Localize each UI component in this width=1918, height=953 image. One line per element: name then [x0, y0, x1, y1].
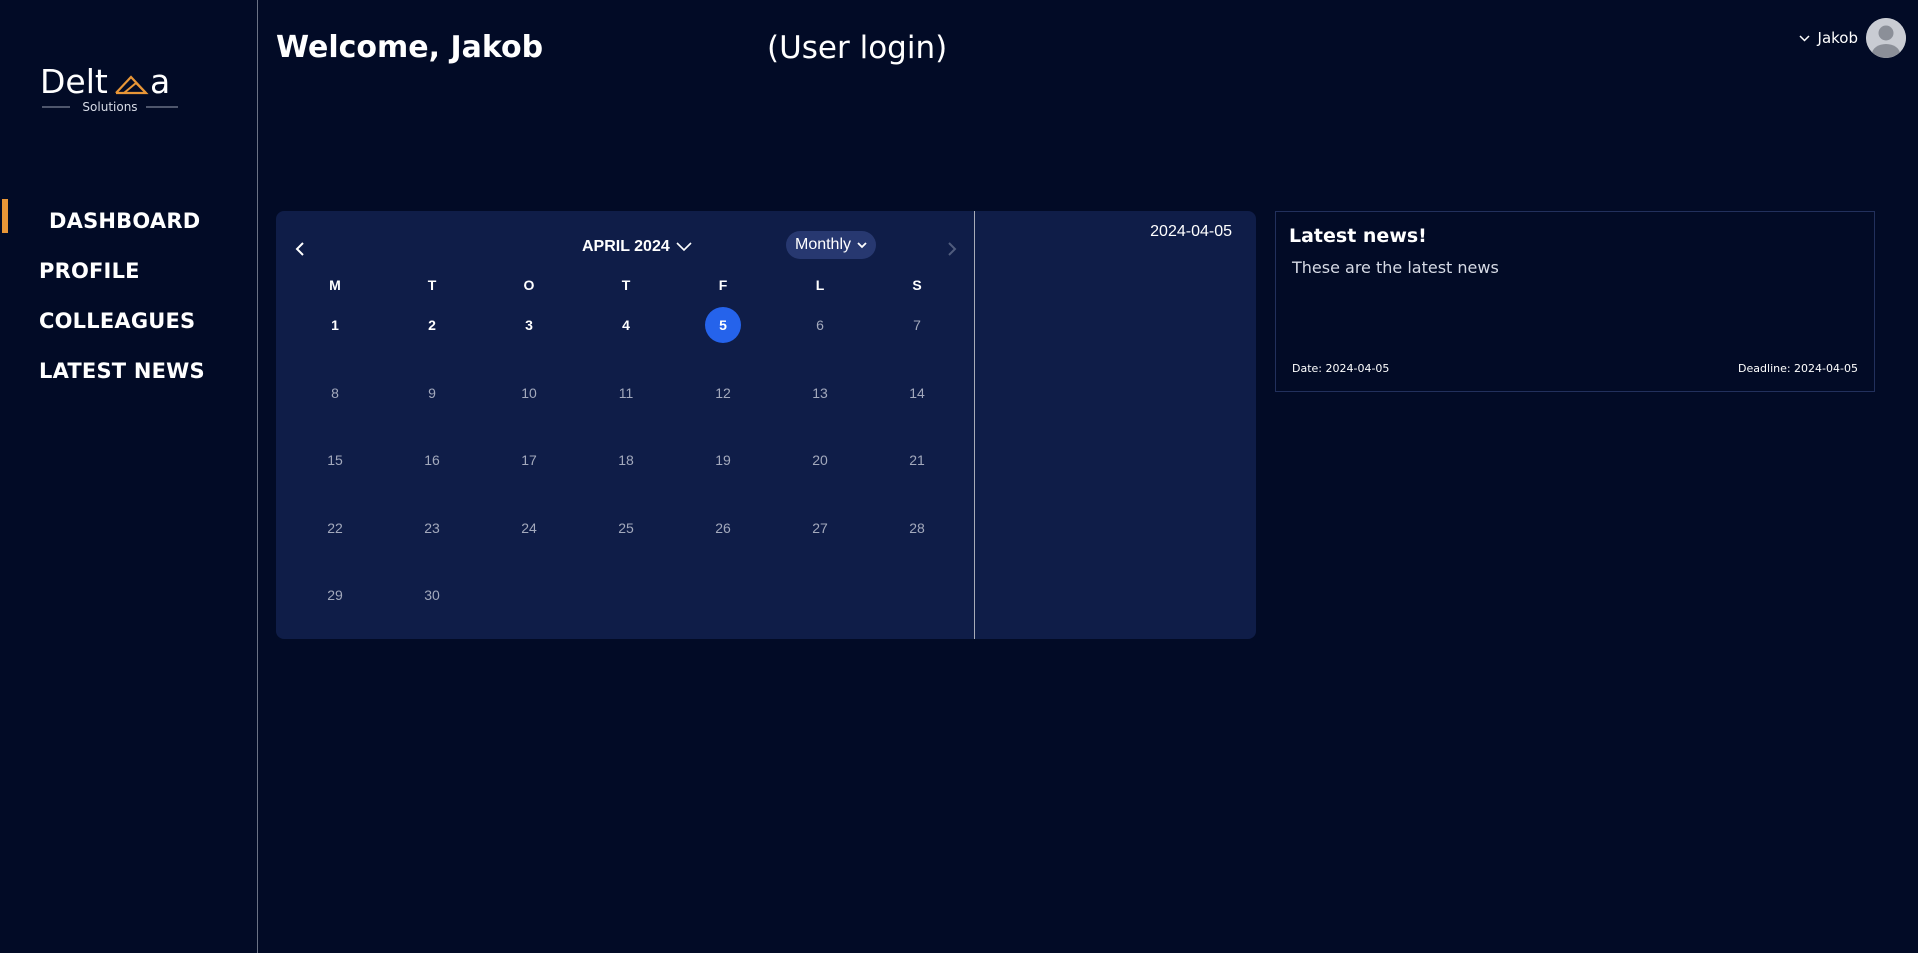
calendar-day-selected[interactable]: 5: [705, 307, 741, 343]
calendar-day[interactable]: 27: [802, 510, 838, 546]
calendar-day[interactable]: 3: [511, 307, 547, 343]
selected-date: 2024-04-05: [1150, 223, 1232, 240]
sidebar-item-label: DASHBOARD: [49, 209, 201, 233]
calendar-day[interactable]: 15: [317, 442, 353, 478]
calendar-widget: APRIL 2024 Monthly MTOTFLS 1 2 3 4 5 6 7 8 9 10 11…: [276, 211, 1256, 639]
page-title: Welcome, Jakob: [276, 30, 544, 65]
calendar-day[interactable]: 10: [511, 375, 547, 411]
sidebar-item-latest-news[interactable]: LATEST NEWS: [0, 346, 258, 396]
calendar-day[interactable]: 22: [317, 510, 353, 546]
calendar-day[interactable]: 14: [899, 375, 935, 411]
calendar-day[interactable]: 9: [414, 375, 450, 411]
chevron-down-icon: [676, 242, 692, 252]
sidebar-item-label: LATEST NEWS: [39, 359, 205, 383]
news-date: Date: 2024-04-05: [1292, 362, 1390, 375]
calendar-day[interactable]: 23: [414, 510, 450, 546]
chevron-left-icon[interactable]: [290, 238, 312, 260]
calendar-day[interactable]: 4: [608, 307, 644, 343]
calendar-month-view: APRIL 2024 Monthly MTOTFLS 1 2 3 4 5 6 7 8 9 10 11…: [276, 211, 974, 639]
calendar-day[interactable]: 18: [608, 442, 644, 478]
news-card[interactable]: Latest news! These are the latest news D…: [1275, 211, 1875, 392]
calendar-day[interactable]: 20: [802, 442, 838, 478]
calendar-day[interactable]: 11: [608, 375, 644, 411]
view-mode-select[interactable]: Monthly: [786, 231, 876, 259]
user-name: Jakob: [1817, 29, 1858, 47]
calendar-day[interactable]: 28: [899, 510, 935, 546]
calendar-day[interactable]: 21: [899, 442, 935, 478]
calendar-day[interactable]: 12: [705, 375, 741, 411]
calendar-day[interactable]: 2: [414, 307, 450, 343]
sidebar-item-profile[interactable]: PROFILE: [0, 246, 258, 296]
calendar-day[interactable]: 26: [705, 510, 741, 546]
month-label: APRIL 2024: [582, 238, 670, 255]
logo-subtitle: Solutions: [82, 100, 138, 114]
calendar-day[interactable]: 19: [705, 442, 741, 478]
active-indicator: [2, 199, 8, 233]
svg-text:Delt: Delt: [40, 62, 108, 101]
weekday-label: T: [621, 277, 631, 293]
news-body: These are the latest news: [1292, 258, 1499, 277]
weekday-label: M: [329, 277, 341, 293]
sidebar-item-label: COLLEAGUES: [39, 309, 196, 333]
user-menu[interactable]: Jakob: [1799, 17, 1906, 59]
news-deadline: Deadline: 2024-04-05: [1738, 362, 1858, 375]
weekday-label: L: [815, 277, 825, 293]
calendar-day[interactable]: 13: [802, 375, 838, 411]
calendar-day[interactable]: 17: [511, 442, 547, 478]
calendar-day[interactable]: 1: [317, 307, 353, 343]
weekday-label: F: [718, 277, 728, 293]
view-mode-value: Monthly: [794, 236, 852, 253]
calendar-day[interactable]: 6: [802, 307, 838, 343]
sidebar-item-dashboard[interactable]: DASHBOARD: [0, 196, 258, 246]
weekday-label: S: [912, 277, 922, 293]
avatar[interactable]: [1866, 18, 1906, 58]
divider: [974, 211, 975, 639]
calendar-day[interactable]: 25: [608, 510, 644, 546]
calendar-day[interactable]: 30: [414, 577, 450, 613]
sidebar: Delt a Solutions DASHBOARD PROFILE COLLE…: [0, 0, 258, 953]
chevron-right-icon[interactable]: [940, 238, 962, 260]
chevron-down-icon: [1799, 32, 1810, 45]
brand-logo[interactable]: Delt a Solutions: [40, 62, 190, 122]
calendar-day[interactable]: 24: [511, 510, 547, 546]
month-selector[interactable]: APRIL 2024: [582, 238, 692, 256]
user-login-label: (User login): [767, 30, 948, 66]
calendar-day[interactable]: 16: [414, 442, 450, 478]
user-avatar-icon: [1866, 18, 1906, 58]
calendar-day[interactable]: 29: [317, 577, 353, 613]
main-nav: DASHBOARD PROFILE COLLEAGUES LATEST NEWS: [0, 196, 258, 396]
weekday-label: T: [427, 277, 437, 293]
chevron-down-icon: [857, 241, 867, 248]
weekday-header: MTOTFLS: [276, 277, 974, 297]
svg-text:a: a: [150, 62, 170, 101]
calendar-day[interactable]: 8: [317, 375, 353, 411]
sidebar-item-colleagues[interactable]: COLLEAGUES: [0, 296, 258, 346]
sidebar-item-label: PROFILE: [39, 259, 140, 283]
calendar-day[interactable]: 7: [899, 307, 935, 343]
news-title: Latest news!: [1289, 225, 1427, 247]
weekday-label: O: [523, 277, 535, 293]
